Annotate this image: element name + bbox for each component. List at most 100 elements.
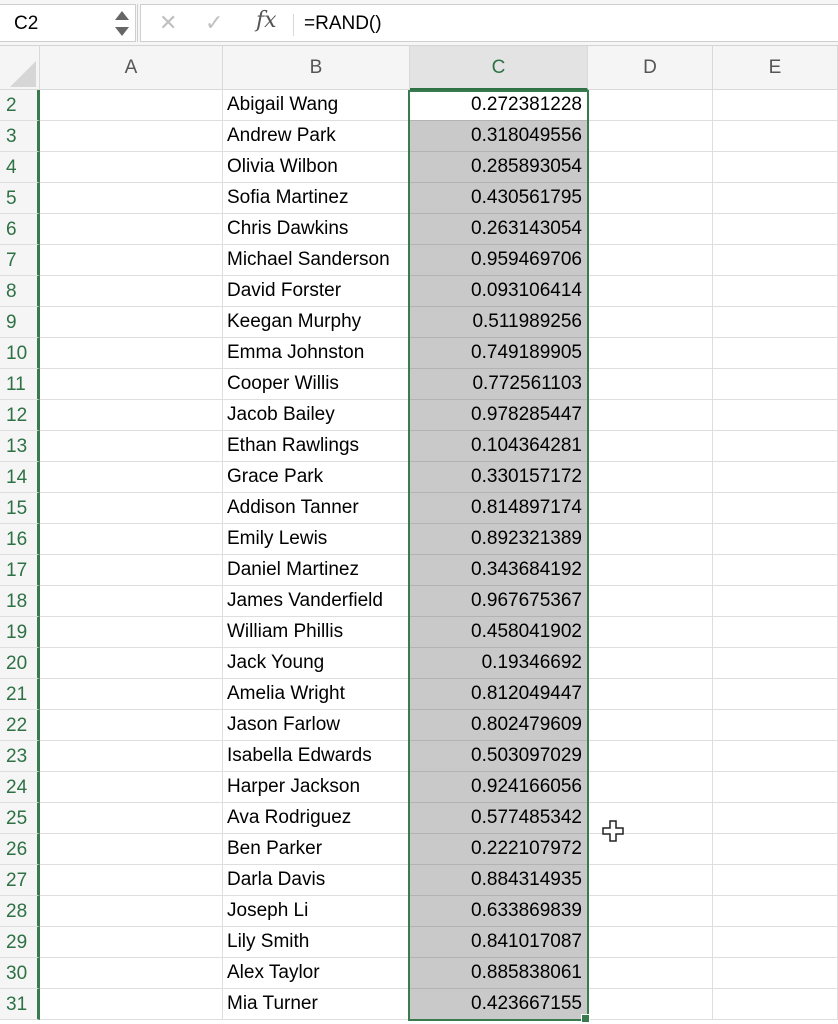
cell-e[interactable] (713, 772, 838, 803)
cell-random-value[interactable]: 0.814897174 (410, 493, 588, 524)
cell-name[interactable]: Jacob Bailey (223, 400, 410, 431)
cell-e[interactable] (713, 338, 838, 369)
cell-name[interactable]: Ben Parker (223, 834, 410, 865)
cell-name[interactable]: Daniel Martinez (223, 555, 410, 586)
cell-a[interactable] (40, 834, 223, 865)
cell-a[interactable] (40, 772, 223, 803)
cell-e[interactable] (713, 865, 838, 896)
cell-a[interactable] (40, 896, 223, 927)
cell-random-value[interactable]: 0.885838061 (410, 958, 588, 989)
cell-a[interactable] (40, 276, 223, 307)
cell-name[interactable]: Ava Rodriguez (223, 803, 410, 834)
cell-a[interactable] (40, 927, 223, 958)
formula-input[interactable]: =RAND() (304, 13, 382, 35)
cell-a[interactable] (40, 493, 223, 524)
cell-e[interactable] (713, 927, 838, 958)
cell-d[interactable] (588, 617, 713, 648)
row-header[interactable]: 27 (0, 865, 40, 896)
cell-random-value[interactable]: 0.959469706 (410, 245, 588, 276)
cell-d[interactable] (588, 865, 713, 896)
cell-d[interactable] (588, 276, 713, 307)
cell-name[interactable]: Abigail Wang (223, 90, 410, 121)
cell-e[interactable] (713, 617, 838, 648)
row-header[interactable]: 25 (0, 803, 40, 834)
cell-name[interactable]: Addison Tanner (223, 493, 410, 524)
cell-a[interactable] (40, 152, 223, 183)
cell-e[interactable] (713, 493, 838, 524)
cell-e[interactable] (713, 183, 838, 214)
row-header[interactable]: 5 (0, 183, 40, 214)
column-header-b[interactable]: B (223, 46, 410, 90)
cell-random-value[interactable]: 0.802479609 (410, 710, 588, 741)
row-header[interactable]: 30 (0, 958, 40, 989)
cell-name[interactable]: Emily Lewis (223, 524, 410, 555)
cell-a[interactable] (40, 617, 223, 648)
row-header[interactable]: 24 (0, 772, 40, 803)
row-header[interactable]: 21 (0, 679, 40, 710)
cell-e[interactable] (713, 214, 838, 245)
cell-random-value[interactable]: 0.318049556 (410, 121, 588, 152)
cancel-icon[interactable]: ✕ (159, 10, 177, 36)
row-header[interactable]: 15 (0, 493, 40, 524)
row-header[interactable]: 29 (0, 927, 40, 958)
cell-name[interactable]: Keegan Murphy (223, 307, 410, 338)
cell-random-value[interactable]: 0.093106414 (410, 276, 588, 307)
cell-d[interactable] (588, 214, 713, 245)
cell-e[interactable] (713, 834, 838, 865)
cell-name[interactable]: Mia Turner (223, 989, 410, 1020)
cell-e[interactable] (713, 524, 838, 555)
cell-a[interactable] (40, 90, 223, 121)
row-header[interactable]: 28 (0, 896, 40, 927)
cell-name[interactable]: Ethan Rawlings (223, 431, 410, 462)
cell-random-value[interactable]: 0.430561795 (410, 183, 588, 214)
row-header[interactable]: 17 (0, 555, 40, 586)
chevron-up-icon[interactable] (115, 11, 129, 20)
cell-name[interactable]: David Forster (223, 276, 410, 307)
row-header[interactable]: 12 (0, 400, 40, 431)
cell-a[interactable] (40, 648, 223, 679)
cell-a[interactable] (40, 710, 223, 741)
cell-random-value[interactable]: 0.812049447 (410, 679, 588, 710)
cell-e[interactable] (713, 307, 838, 338)
cell-e[interactable] (713, 586, 838, 617)
cell-d[interactable] (588, 307, 713, 338)
cell-e[interactable] (713, 989, 838, 1020)
cell-d[interactable] (588, 152, 713, 183)
cell-name[interactable]: Darla Davis (223, 865, 410, 896)
cell-e[interactable] (713, 462, 838, 493)
fill-handle[interactable] (581, 1014, 590, 1023)
cell-d[interactable] (588, 710, 713, 741)
row-header[interactable]: 31 (0, 989, 40, 1020)
cell-d[interactable] (588, 493, 713, 524)
cell-d[interactable] (588, 679, 713, 710)
row-header[interactable]: 6 (0, 214, 40, 245)
cell-e[interactable] (713, 90, 838, 121)
cell-random-value[interactable]: 0.272381228 (410, 90, 588, 121)
insert-function-icon[interactable]: fx (256, 8, 277, 33)
cell-name[interactable]: Jason Farlow (223, 710, 410, 741)
row-header[interactable]: 11 (0, 369, 40, 400)
cell-a[interactable] (40, 679, 223, 710)
cell-e[interactable] (713, 741, 838, 772)
cell-random-value[interactable]: 0.749189905 (410, 338, 588, 369)
cell-name[interactable]: Alex Taylor (223, 958, 410, 989)
cell-a[interactable] (40, 400, 223, 431)
cell-d[interactable] (588, 555, 713, 586)
cell-name[interactable]: Grace Park (223, 462, 410, 493)
row-header[interactable]: 2 (0, 90, 40, 121)
row-header[interactable]: 16 (0, 524, 40, 555)
cell-random-value[interactable]: 0.892321389 (410, 524, 588, 555)
cell-d[interactable] (588, 245, 713, 276)
cell-name[interactable]: Andrew Park (223, 121, 410, 152)
row-header[interactable]: 9 (0, 307, 40, 338)
cell-name[interactable]: Jack Young (223, 648, 410, 679)
cell-d[interactable] (588, 958, 713, 989)
row-header[interactable]: 14 (0, 462, 40, 493)
cell-d[interactable] (588, 462, 713, 493)
cell-e[interactable] (713, 648, 838, 679)
cell-a[interactable] (40, 214, 223, 245)
cell-a[interactable] (40, 803, 223, 834)
cell-a[interactable] (40, 741, 223, 772)
cell-a[interactable] (40, 369, 223, 400)
cell-name[interactable]: William Phillis (223, 617, 410, 648)
